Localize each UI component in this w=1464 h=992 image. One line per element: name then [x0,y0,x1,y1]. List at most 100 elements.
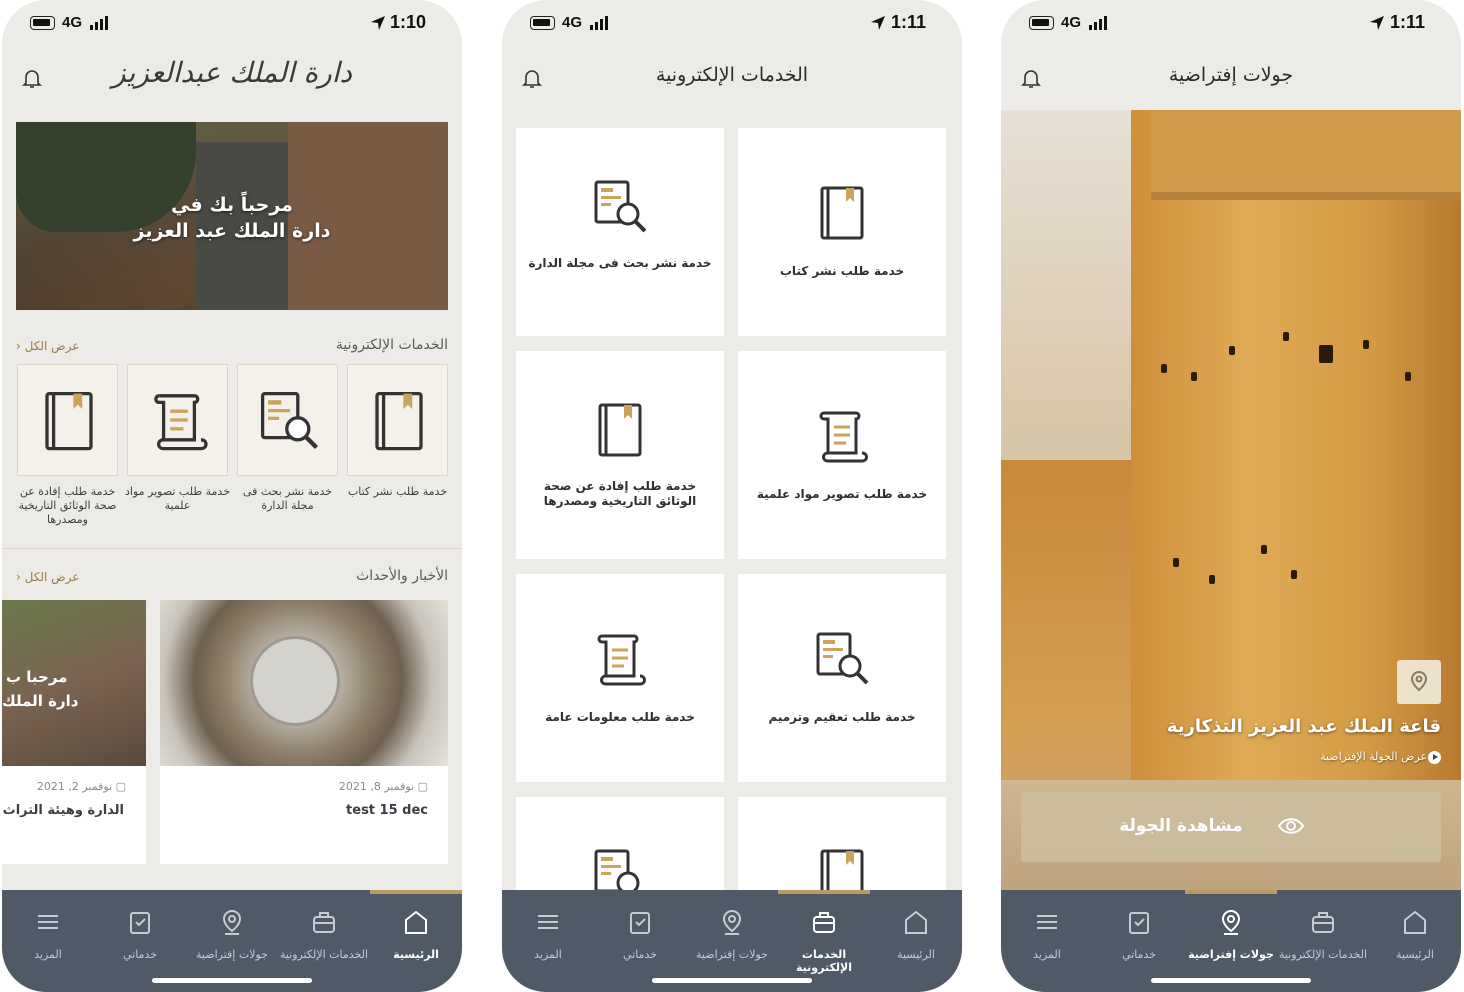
app-header: الخدمات الإلكترونية [502,46,962,110]
chevron-left-icon: ‹ [16,570,21,584]
service-card-publish-book[interactable]: خدمة طلب نشر كتاب [738,128,946,336]
book-icon [45,391,93,451]
signal-icon [90,16,110,30]
signal-icon [590,16,610,30]
news-card-2[interactable]: مرحبا ب دارة الملك ▢ نوفمبر 2, 2021 الدا… [2,600,146,864]
welcome-line-1: مرحباً بك في [171,194,293,216]
service-card-label: خدمة نشر بحث فى مجلة الدارة [528,256,712,270]
service-card-document-verification[interactable]: خدمة طلب إفادة عن صحة الوثائق التاريخية … [516,351,724,559]
darah-logo: دارة الملك عبدالعزيز [112,56,352,89]
tab-label: خدماتي [1121,948,1157,961]
tab-my-services[interactable]: خدماتي [94,890,186,992]
tab-label: الخدمات الإلكترونية [1278,948,1368,961]
location-arrow-icon [1370,16,1384,30]
location-pin-icon [1221,909,1241,935]
tab-label: المزيد [534,948,562,961]
play-icon[interactable] [1428,751,1441,764]
home-indicator [652,978,812,983]
clipboard-icon [630,912,650,934]
news-date: ▢ نوفمبر 8, 2021 [339,780,428,793]
tab-home[interactable]: الرئيسية [870,890,962,992]
status-time: 1:11 [1389,12,1425,32]
menu-icon [1037,915,1057,929]
home-indicator [152,978,312,983]
app-header: جولات إفتراضية [1001,46,1461,110]
tab-label: الرئيسية [1396,948,1434,961]
tab-my-services[interactable]: خدماتي [594,890,686,992]
scroll-icon [597,634,646,686]
tab-label: جولات إفتراضية [696,948,768,961]
location-pin-icon [1410,670,1428,692]
tab-e-services[interactable]: الخدمات الإلكترونية [278,890,370,992]
service-tile-publish-book[interactable] [347,364,448,476]
service-label-4: خدمة طلب إفادة عن صحة الوثائق التاريخية … [18,485,117,526]
service-card-sterilization[interactable]: خدمة طلب تعقيم وترميم [738,574,946,782]
service-tile-document-verification[interactable] [17,364,118,476]
welcome-line-2: دارة الملك عبد العزيز [133,220,331,242]
news-title: الدارة وهيئة التراث تعا [2,803,124,818]
tab-virtual-tours[interactable]: جولات إفتراضية [1185,890,1277,992]
tab-label: جولات إفتراضية [196,948,268,961]
services-section-title: الخدمات الإلكترونية [335,337,448,353]
calendar-icon: ▢ [417,780,428,793]
map-pin-button[interactable] [1397,660,1441,704]
tab-label: الرئيسية [393,948,439,961]
service-tile-journal-research[interactable] [237,364,338,476]
service-card-journal-research[interactable]: خدمة نشر بحث فى مجلة الدارة [516,128,724,336]
news-see-all-link[interactable]: عرض الكل ‹ [16,570,79,584]
status-bar: 4G 1:11 [1001,0,1461,46]
tab-virtual-tours[interactable]: جولات إفتراضية [186,890,278,992]
bottom-tab-bar: الرئيسية الخدمات الإلكترونية جولات إفترا… [502,890,962,992]
bell-icon[interactable] [520,66,544,90]
tab-more[interactable]: المزيد [1001,890,1093,992]
watch-tour-label: مشاهدة الجولة [1119,816,1243,836]
tab-virtual-tours[interactable]: جولات إفتراضية [686,890,778,992]
see-all-label: عرض الكل [24,570,80,584]
service-card-general-info[interactable]: خدمة طلب معلومات عامة [516,574,724,782]
services-see-all-link[interactable]: عرض الكل ‹ [16,339,79,353]
book-icon [598,403,642,457]
phone-virtual-tours-screen: 4G 1:11 جولات إفتراضية قاعة الملك عبد ال… [1001,0,1461,992]
scroll-icon [819,411,868,463]
tab-my-services[interactable]: خدماتي [1093,890,1185,992]
news-date-text: نوفمبر 2, 2021 [36,780,113,793]
tab-e-services[interactable]: الخدمات الإلكترونية [778,890,870,992]
tab-more[interactable]: المزيد [2,890,94,992]
watch-tour-button[interactable]: مشاهدة الجولة [1021,792,1441,862]
image-caption-line-1: مرحبا ب [6,668,68,686]
home-icon [905,910,927,934]
tab-home[interactable]: الرئيسية [370,890,462,992]
status-bar: 4G 1:11 [502,0,962,46]
network-label: 4G [1061,14,1082,31]
service-label-2: خدمة نشر بحث فى مجلة الدارة [242,485,333,512]
phone-home-screen: 4G 1:10 دارة الملك عبدالعزيز مرحباً بك ف… [2,0,462,992]
tab-home[interactable]: الرئيسية [1369,890,1461,992]
location-arrow-icon [371,16,385,30]
view-tour-link[interactable]: عرض الجولة الإفتراضية [1320,750,1427,763]
coins-photo [160,600,448,766]
document-search-icon [260,391,319,450]
location-arrow-icon [871,16,885,30]
news-card-1[interactable]: ▢ نوفمبر 8, 2021 test 15 dec [160,600,448,864]
home-icon [1404,910,1426,934]
tab-label: خدماتي [622,948,658,961]
news-title: test 15 dec [346,803,428,818]
tab-more[interactable]: المزيد [502,890,594,992]
welcome-banner[interactable]: مرحباً بك في دارة الملك عبد العزيز [16,122,448,310]
service-card-photocopy[interactable]: خدمة طلب تصوير مواد علمية [738,351,946,559]
location-pin-icon [222,909,242,935]
bell-icon[interactable] [1019,66,1043,90]
tab-label: الرئيسية [897,948,935,961]
service-tile-photocopy[interactable] [127,364,228,476]
tab-label: الخدمات الإلكترونية [796,948,852,974]
battery-icon [530,16,555,30]
page-title: الخدمات الإلكترونية [655,64,809,86]
home-indicator [1151,978,1311,983]
battery-icon [30,16,55,30]
bell-icon[interactable] [20,66,44,90]
menu-icon [38,915,58,929]
home-icon [405,910,427,934]
clipboard-icon [130,912,150,934]
tab-e-services[interactable]: الخدمات الإلكترونية [1277,890,1369,992]
tour-title: قاعة الملك عبد العزيز التذكارية [1166,716,1441,737]
